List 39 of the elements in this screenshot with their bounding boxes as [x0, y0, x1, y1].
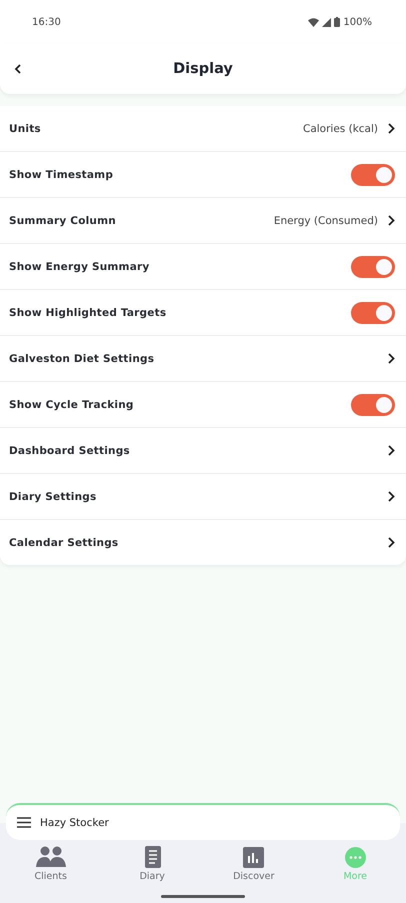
more-icon — [344, 846, 366, 868]
status-time: 16:30 — [32, 16, 61, 28]
setting-label: Show Timestamp — [9, 168, 114, 180]
chevron-icon[interactable] — [388, 215, 395, 226]
setting-value: Calories (kcal) — [302, 122, 378, 134]
setting-label: Show Energy Summary — [9, 260, 150, 272]
setting-label: Show Highlighted Targets — [9, 306, 166, 318]
setting-label: Show Cycle Tracking — [9, 398, 134, 410]
toggle-switch[interactable] — [351, 256, 395, 278]
chevron-icon[interactable] — [388, 123, 395, 134]
nav-tab[interactable]: Discover — [214, 846, 294, 882]
client-bar[interactable]: Hazy Stocker — [6, 803, 400, 840]
nav-tab[interactable]: Diary — [112, 846, 192, 882]
chevron-icon[interactable] — [388, 445, 395, 456]
setting-label: Dashboard Settings — [9, 444, 130, 456]
page-title: Display — [173, 61, 233, 77]
battery-icon — [334, 17, 340, 27]
toggle-switch[interactable] — [351, 394, 395, 416]
back-icon[interactable] — [14, 64, 21, 74]
nav-tab[interactable]: Clients — [10, 846, 91, 882]
notebook-icon — [144, 846, 161, 868]
setting-label: Diary Settings — [9, 490, 96, 502]
chevron-icon[interactable] — [388, 353, 395, 364]
people-icon — [36, 846, 66, 868]
client-name: Hazy Stocker — [40, 816, 109, 828]
setting-value: Energy (Consumed) — [274, 214, 378, 226]
menu-icon[interactable] — [17, 817, 31, 828]
bar-chart-icon — [243, 846, 264, 868]
chevron-icon[interactable] — [388, 537, 395, 548]
setting-label: Summary Column — [9, 214, 116, 226]
setting-label: Units — [9, 122, 41, 134]
toggle-switch[interactable] — [351, 164, 395, 186]
battery-percent: 100% — [343, 16, 372, 28]
toggle-switch[interactable] — [351, 302, 395, 324]
setting-label: Calendar Settings — [9, 536, 118, 548]
chevron-icon[interactable] — [388, 491, 395, 502]
signal-icon — [322, 18, 332, 26]
setting-label: Galveston Diet Settings — [9, 352, 154, 364]
wifi-icon — [308, 18, 320, 26]
